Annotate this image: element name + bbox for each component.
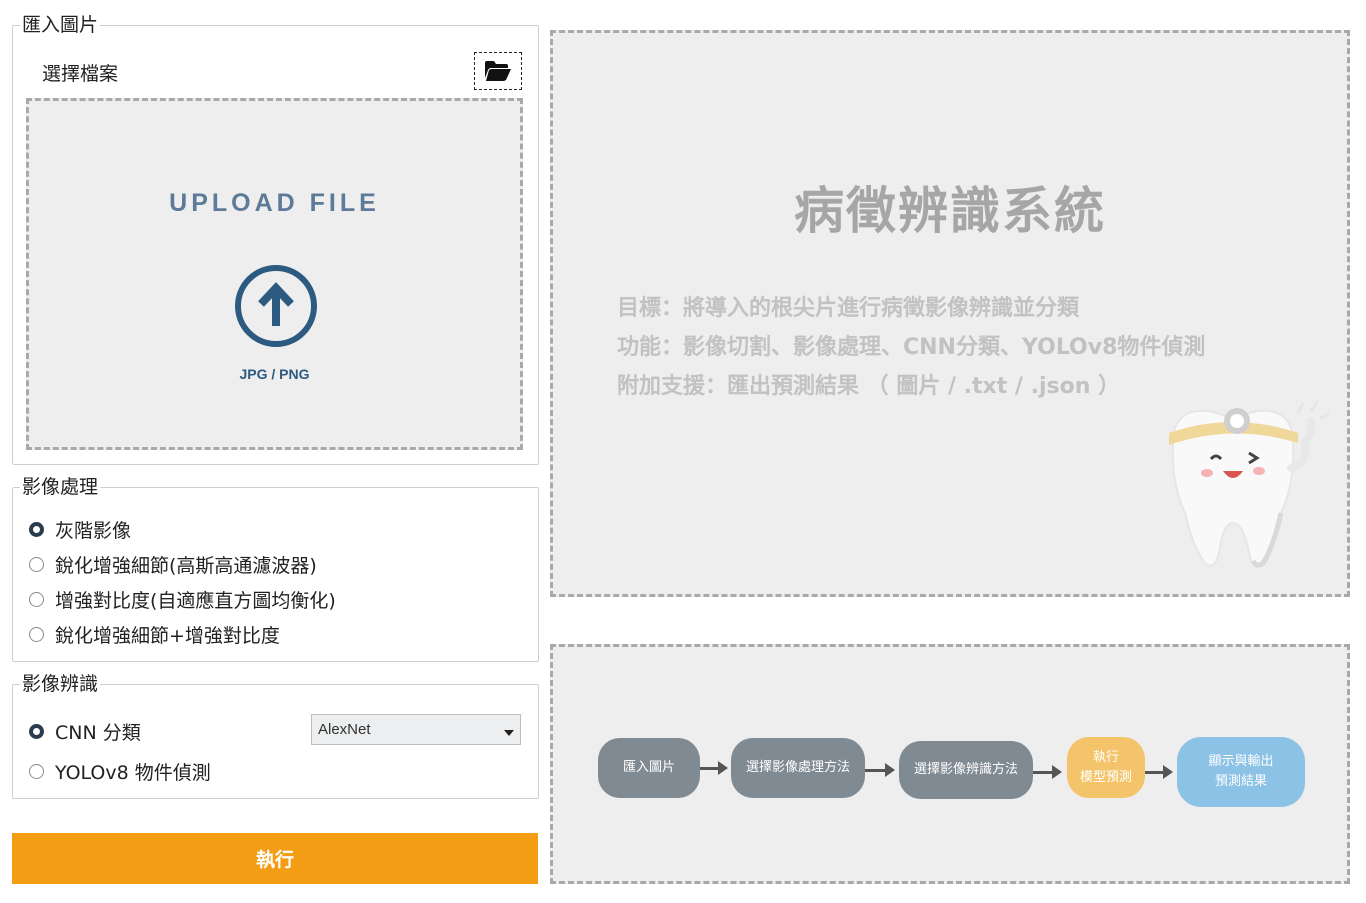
- radio-button[interactable]: [29, 522, 44, 537]
- features-line: 功能：影像切割、影像處理、CNN分類、YOLOv8物件偵測: [617, 335, 1206, 360]
- info-panel: 病徵辨識系統 目標：將導入的根尖片進行病徵影像辨識並分類 功能：影像切割、影像處…: [550, 30, 1350, 597]
- recognition-option-cnn[interactable]: CNN 分類: [29, 718, 141, 745]
- recognition-option-label: CNN 分類: [55, 722, 141, 744]
- upload-file-types: JPG / PNG: [239, 366, 310, 382]
- flow-arrow: [865, 763, 895, 777]
- support-line: 附加支援：匯出預測結果 （ 圖片 / .txt / .json ）: [617, 374, 1121, 399]
- import-image-group: 匯入圖片 選擇檔案 UPLOAD FILE JPG / PNG: [12, 14, 539, 465]
- flow-step-import: 匯入圖片: [598, 738, 700, 798]
- upload-dropzone[interactable]: UPLOAD FILE JPG / PNG: [26, 98, 523, 450]
- processing-option-label: 灰階影像: [55, 520, 132, 542]
- folder-open-icon: [485, 61, 511, 81]
- flow-arrow: [1145, 765, 1173, 779]
- goal-line: 目標：將導入的根尖片進行病徵影像辨識並分類: [617, 296, 1080, 321]
- flow-step-label: 選擇影像辨識方法: [913, 762, 1018, 777]
- image-recognition-group: 影像辨識 CNN 分類 YOLOv8 物件偵測 AlexNet: [12, 673, 539, 799]
- cnn-model-select-value: AlexNet: [318, 721, 371, 738]
- upload-title: UPLOAD FILE: [169, 189, 380, 217]
- flow-step-recognition: 選擇影像辨識方法: [899, 741, 1033, 799]
- flow-arrow: [700, 761, 728, 775]
- processing-option-sharpen[interactable]: 銳化增強細節(高斯高通濾波器): [29, 551, 317, 578]
- flow-step-processing: 選擇影像處理方法: [731, 738, 865, 798]
- radio-button[interactable]: [29, 592, 44, 607]
- import-group-legend: 匯入圖片: [20, 14, 101, 36]
- recognition-option-label: YOLOv8 物件偵測: [55, 762, 211, 784]
- radio-button[interactable]: [29, 724, 44, 739]
- flow-step-label: 執行 模型預測: [1079, 749, 1132, 785]
- run-button[interactable]: 執行: [12, 833, 538, 884]
- flow-step-label: 選擇影像處理方法: [745, 760, 850, 775]
- cnn-model-select[interactable]: AlexNet: [311, 714, 521, 745]
- tooth-mascot-icon: [1169, 400, 1330, 568]
- processing-option-label: 增強對比度(自適應直方圖均衡化): [55, 590, 336, 612]
- system-title: 病徵辨識系統: [794, 182, 1106, 240]
- recognition-option-yolov8[interactable]: YOLOv8 物件偵測: [29, 758, 211, 785]
- radio-button[interactable]: [29, 764, 44, 779]
- flow-step-output: 顯示與輸出 預測結果: [1177, 737, 1305, 807]
- recognition-group-legend: 影像辨識: [20, 673, 101, 695]
- choose-file-button[interactable]: [474, 52, 522, 90]
- processing-option-label: 銳化增強細節+增強對比度: [55, 625, 280, 647]
- flow-step-label: 顯示與輸出 預測結果: [1208, 754, 1274, 789]
- radio-button[interactable]: [29, 627, 44, 642]
- processing-group-legend: 影像處理: [20, 476, 101, 498]
- workflow-panel: 匯入圖片 選擇影像處理方法 選擇影像辨識方法 執行 模型預測 顯示與輸出 預測結…: [550, 644, 1350, 884]
- choose-file-label: 選擇檔案: [42, 63, 119, 85]
- flow-arrow: [1033, 765, 1062, 779]
- flow-step-label: 匯入圖片: [622, 760, 675, 775]
- chevron-down-icon: [504, 730, 514, 736]
- radio-button[interactable]: [29, 557, 44, 572]
- upload-arrow-icon: [235, 265, 317, 347]
- flow-step-run: 執行 模型預測: [1067, 737, 1145, 798]
- processing-option-contrast[interactable]: 增強對比度(自適應直方圖均衡化): [29, 586, 336, 613]
- image-processing-group: 影像處理 灰階影像 銳化增強細節(高斯高通濾波器) 增強對比度(自適應直方圖均衡…: [12, 476, 539, 662]
- processing-option-sharpen-contrast[interactable]: 銳化增強細節+增強對比度: [29, 621, 280, 648]
- processing-option-label: 銳化增強細節(高斯高通濾波器): [55, 555, 317, 577]
- processing-option-grayscale[interactable]: 灰階影像: [29, 516, 131, 543]
